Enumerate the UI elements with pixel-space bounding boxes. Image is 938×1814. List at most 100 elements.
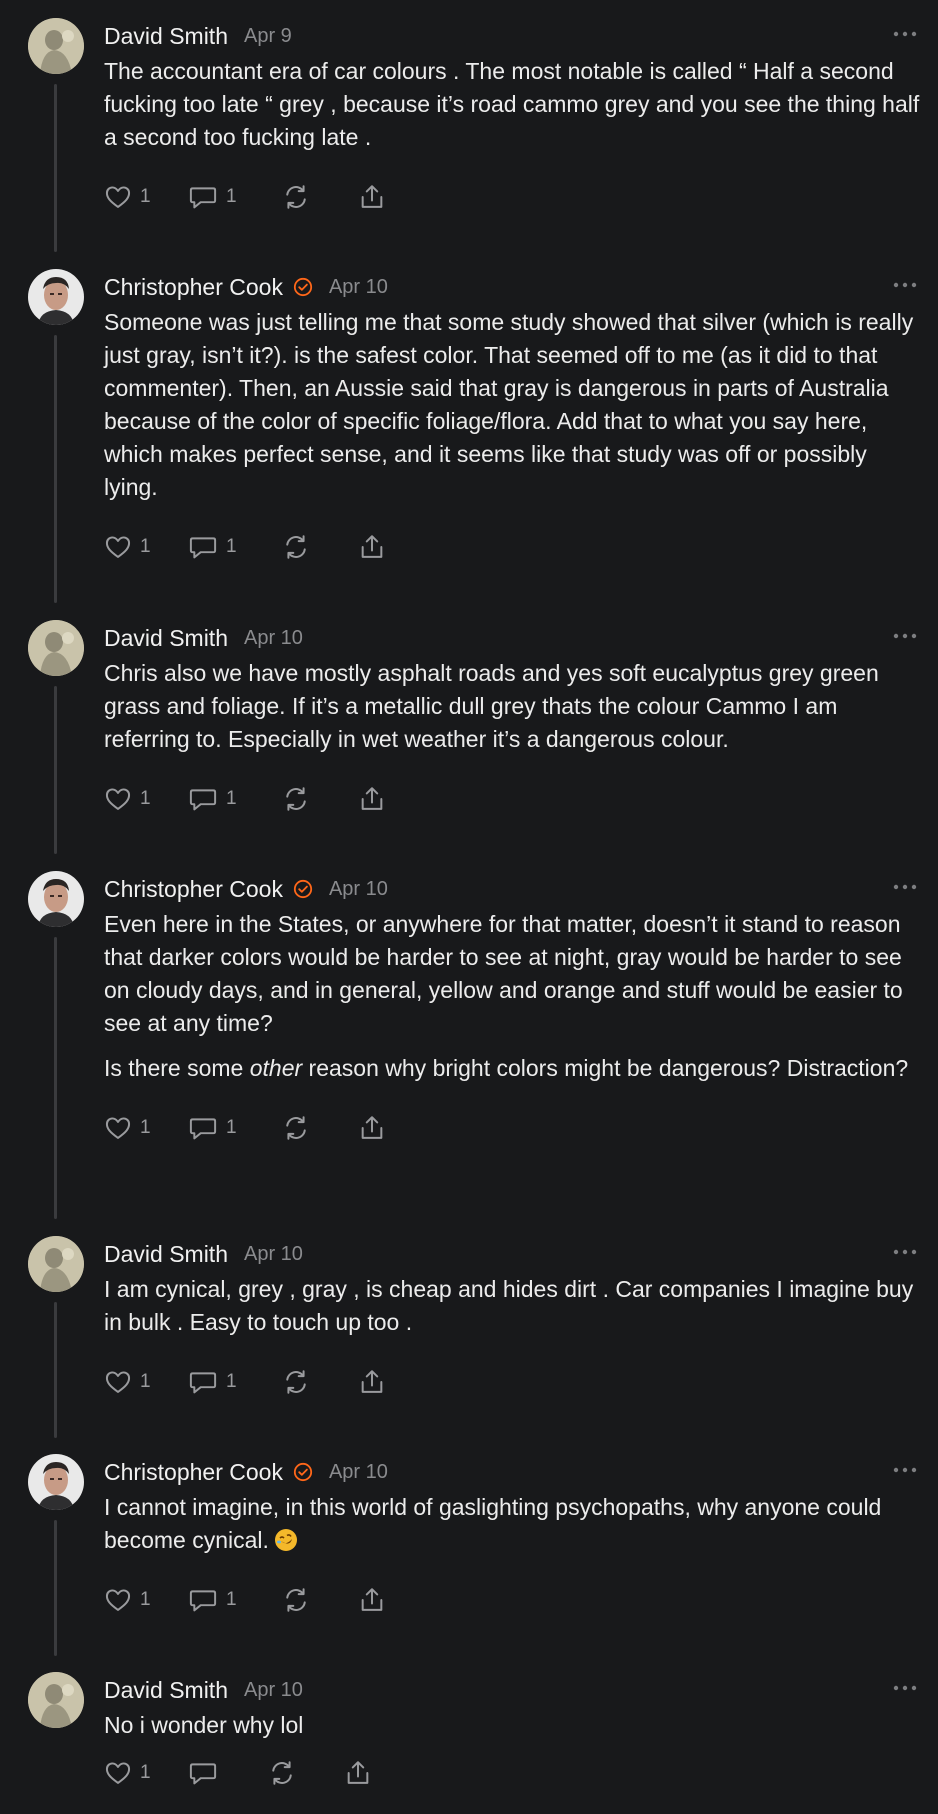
like-count: 1 [140, 1371, 151, 1392]
comment: Christopher Cook Apr 10 I cannot imagine… [0, 1454, 938, 1656]
share-button[interactable] [358, 785, 386, 813]
restack-icon [286, 787, 306, 811]
restack-button[interactable] [282, 533, 358, 561]
statue-avatar[interactable] [28, 620, 84, 676]
like-count: 1 [140, 186, 151, 207]
thread-line [54, 686, 57, 854]
comment-paragraph: Even here in the States, or anywhere for… [104, 911, 903, 1036]
comment-actions: 1 1 [104, 180, 922, 214]
reply-count: 1 [226, 536, 237, 557]
share-button[interactable] [358, 1368, 386, 1396]
more-dots-icon[interactable] [892, 1678, 918, 1698]
like-button[interactable]: 1 [104, 785, 188, 813]
restack-button[interactable] [282, 1586, 358, 1614]
comment: David Smith Apr 9 The accountant era of … [0, 18, 938, 252]
comment-paragraph: Chris also we have mostly asphalt roads … [104, 660, 879, 752]
comment-author[interactable]: David Smith [104, 625, 228, 652]
restack-button[interactable] [282, 183, 358, 211]
comment: David Smith Apr 10 Chris also we have mo… [0, 620, 938, 854]
speech-bubble-icon [189, 789, 217, 811]
share-icon [361, 185, 383, 208]
speech-bubble-icon [189, 1763, 217, 1785]
like-button[interactable]: 1 [104, 1368, 188, 1396]
speech-bubble-icon [189, 1372, 217, 1394]
comment-author[interactable]: David Smith [104, 1241, 228, 1268]
more-dots-icon[interactable] [892, 275, 918, 295]
share-button[interactable] [358, 1586, 386, 1614]
restack-button[interactable] [282, 785, 358, 813]
heart-icon [105, 788, 131, 810]
heart-icon [105, 1589, 131, 1611]
comment: David Smith Apr 10 No i wonder why lol 1 [0, 1672, 938, 1812]
portrait-avatar[interactable] [28, 269, 84, 325]
speech-bubble-icon [189, 1118, 217, 1140]
restack-button[interactable] [282, 1114, 358, 1142]
comment-paragraph: I am cynical, grey , gray , is cheap and… [104, 1276, 914, 1335]
heart-icon [105, 1762, 131, 1784]
more-dots-icon[interactable] [892, 1242, 918, 1262]
comment-author[interactable]: Christopher Cook [104, 876, 283, 903]
comment-body: Someone was just telling me that some st… [104, 306, 922, 504]
reply-button[interactable]: 1 [188, 533, 282, 561]
statue-avatar[interactable] [28, 18, 84, 74]
comment-date[interactable]: Apr 10 [329, 276, 388, 299]
reply-button[interactable] [188, 1759, 268, 1787]
comment-body: I cannot imagine, in this world of gasli… [104, 1491, 922, 1557]
comment-actions: 1 1 [104, 1583, 922, 1617]
verified-check-icon [293, 1462, 313, 1482]
like-button[interactable]: 1 [104, 1586, 188, 1614]
comment-author[interactable]: Christopher Cook [104, 274, 283, 301]
reply-count: 1 [226, 186, 237, 207]
share-button[interactable] [358, 1114, 386, 1142]
like-button[interactable]: 1 [104, 1759, 188, 1787]
share-button[interactable] [358, 183, 386, 211]
statue-avatar[interactable] [28, 1236, 84, 1292]
comment-date[interactable]: Apr 10 [244, 627, 303, 650]
reply-count: 1 [226, 1371, 237, 1392]
thread-line [54, 1302, 57, 1438]
comment-actions: 1 1 [104, 1111, 922, 1145]
more-dots-icon[interactable] [892, 877, 918, 897]
comment-thread: David Smith Apr 9 The accountant era of … [0, 0, 938, 1814]
more-dots-icon[interactable] [892, 626, 918, 646]
reply-button[interactable]: 1 [188, 1368, 282, 1396]
share-button[interactable] [358, 533, 386, 561]
comment-date[interactable]: Apr 10 [329, 1461, 388, 1484]
more-dots-icon[interactable] [892, 24, 918, 44]
like-button[interactable]: 1 [104, 183, 188, 211]
comment-date[interactable]: Apr 9 [244, 25, 292, 48]
like-button[interactable]: 1 [104, 533, 188, 561]
reply-button[interactable]: 1 [188, 1114, 282, 1142]
heart-icon [105, 536, 131, 558]
comment-date[interactable]: Apr 10 [244, 1679, 303, 1702]
comment-date[interactable]: Apr 10 [244, 1243, 303, 1266]
like-button[interactable]: 1 [104, 1114, 188, 1142]
rolling-on-floor-laughing-emoji [275, 1529, 298, 1551]
reply-button[interactable]: 1 [188, 183, 282, 211]
comment-actions: 1 1 [104, 530, 922, 564]
portrait-avatar[interactable] [28, 871, 84, 927]
restack-icon [272, 1761, 292, 1785]
paragraph-text: reason why bright colors might be danger… [302, 1055, 909, 1081]
restack-button[interactable] [282, 1368, 358, 1396]
share-button[interactable] [344, 1759, 372, 1787]
comment-author[interactable]: David Smith [104, 1677, 228, 1704]
portrait-avatar[interactable] [28, 1454, 84, 1510]
paragraph-text: Is there some [104, 1055, 250, 1081]
like-count: 1 [140, 788, 151, 809]
like-count: 1 [140, 1117, 151, 1138]
comment: Christopher Cook Apr 10 Someone was just… [0, 269, 938, 603]
emphasized-word: other [249, 1055, 303, 1081]
reply-button[interactable]: 1 [188, 1586, 282, 1614]
comment-date[interactable]: Apr 10 [329, 878, 388, 901]
comment-author[interactable]: David Smith [104, 23, 228, 50]
more-dots-icon[interactable] [892, 1460, 918, 1480]
statue-avatar[interactable] [28, 1672, 84, 1728]
speech-bubble-icon [189, 537, 217, 559]
reply-button[interactable]: 1 [188, 785, 282, 813]
reply-count: 1 [226, 1117, 237, 1138]
comment-body: I am cynical, grey , gray , is cheap and… [104, 1273, 922, 1339]
comment-author[interactable]: Christopher Cook [104, 1459, 283, 1486]
restack-button[interactable] [268, 1759, 344, 1787]
comment: Christopher Cook Apr 10 Even here in the… [0, 871, 938, 1219]
